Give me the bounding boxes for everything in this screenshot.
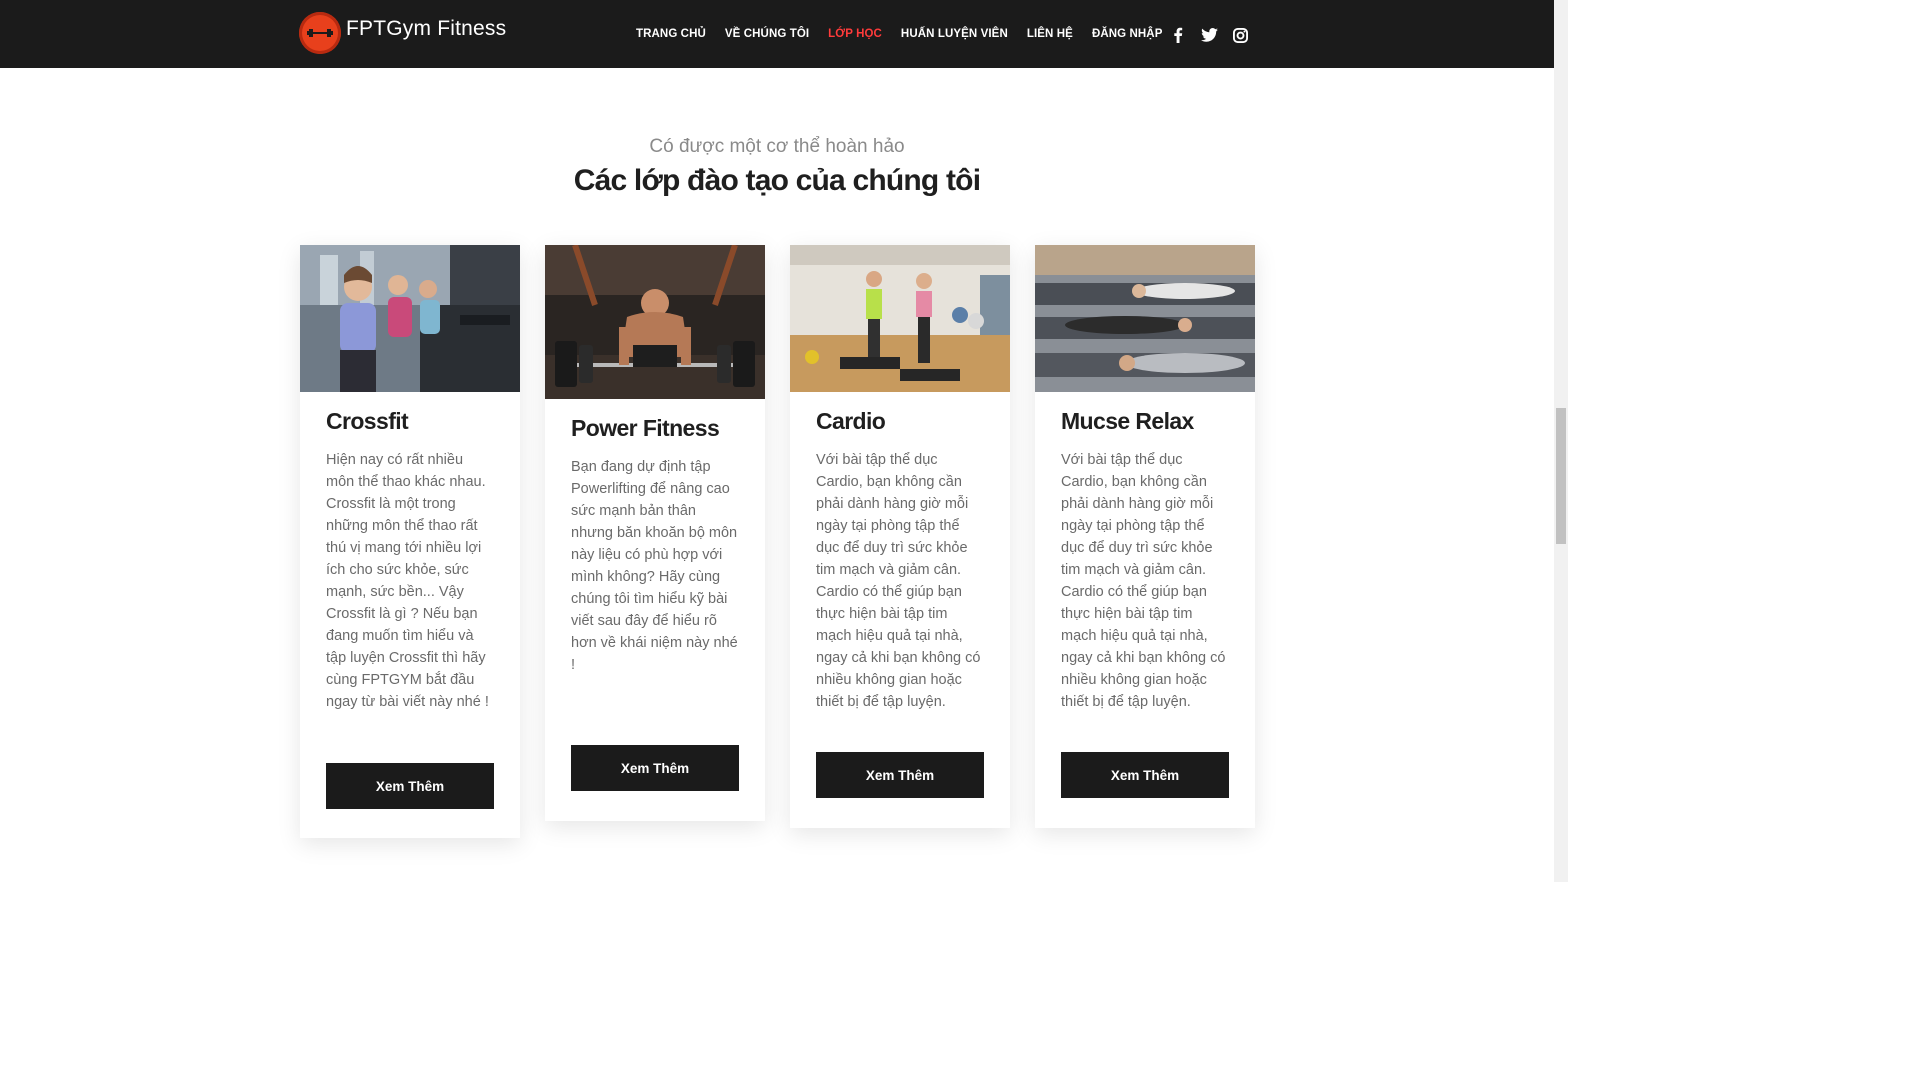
class-description: Hiện nay có rất nhiều môn thể thao khác … (326, 452, 489, 710)
social-links (1169, 26, 1262, 44)
nav-huan-luyen-vien[interactable]: HUẤN LUYỆN VIÊN (901, 28, 1008, 40)
instagram-icon[interactable] (1231, 26, 1249, 44)
top-nav-bar: FPTGym Fitness TRANG CHỦ VỀ CHÚNG TÔI LỚ… (0, 0, 1554, 68)
nav-lien-he[interactable]: LIÊN HỆ (1027, 28, 1073, 40)
dumbbell-logo-icon (307, 29, 333, 37)
class-title: Power Fitness (571, 415, 720, 441)
scrollbar-thumb[interactable] (1556, 408, 1566, 544)
facebook-icon[interactable] (1169, 26, 1187, 44)
class-card-mucse-relax: Mucse Relax Với bài tập thể dục Cardio, … (1035, 245, 1255, 828)
class-title: Crossfit (326, 408, 409, 434)
brand-name[interactable]: FPTGym Fitness (346, 17, 506, 41)
read-more-button-cardio[interactable]: Xem Thêm (816, 752, 984, 798)
read-more-button-mucse-relax[interactable]: Xem Thêm (1061, 752, 1229, 798)
twitter-icon[interactable] (1200, 26, 1218, 44)
nav-trang-chu[interactable]: TRANG CHỦ (636, 28, 706, 40)
class-image-mucse-relax (1035, 245, 1255, 392)
section-subtitle: Có được một cơ thể hoàn hảo (649, 136, 905, 157)
class-card-cardio: Cardio Với bài tập thể dục Cardio, bạn k… (790, 245, 1010, 828)
class-card-crossfit: Crossfit Hiện nay có rất nhiều môn thể t… (300, 245, 520, 838)
class-title: Mucse Relax (1061, 408, 1194, 434)
section-title: Các lớp đào tạo của chúng tôi (573, 164, 981, 197)
nav-lop-hoc[interactable]: LỚP HỌC (828, 28, 882, 40)
vertical-scrollbar[interactable] (1554, 0, 1568, 882)
class-image-crossfit (300, 245, 520, 392)
class-card-power-fitness: Power Fitness Bạn đang dự định tập Power… (545, 245, 765, 821)
read-more-button-power-fitness[interactable]: Xem Thêm (571, 745, 739, 791)
nav-dang-nhap[interactable]: ĐĂNG NHẬP (1092, 28, 1163, 40)
class-description: Với bài tập thể dục Cardio, bạn không cầ… (816, 452, 981, 710)
class-image-power-fitness (545, 245, 765, 399)
brand-logo[interactable] (299, 12, 341, 54)
class-title: Cardio (816, 408, 886, 434)
main-nav: TRANG CHỦ VỀ CHÚNG TÔI LỚP HỌC HUẤN LUYỆ… (636, 28, 1181, 40)
class-image-cardio (790, 245, 1010, 392)
read-more-button-crossfit[interactable]: Xem Thêm (326, 763, 494, 809)
class-description: Bạn đang dự định tập Powerlifting để nân… (571, 459, 738, 673)
nav-ve-chung-toi[interactable]: VỀ CHÚNG TÔI (725, 28, 809, 40)
class-description: Với bài tập thể dục Cardio, bạn không cầ… (1061, 452, 1226, 710)
